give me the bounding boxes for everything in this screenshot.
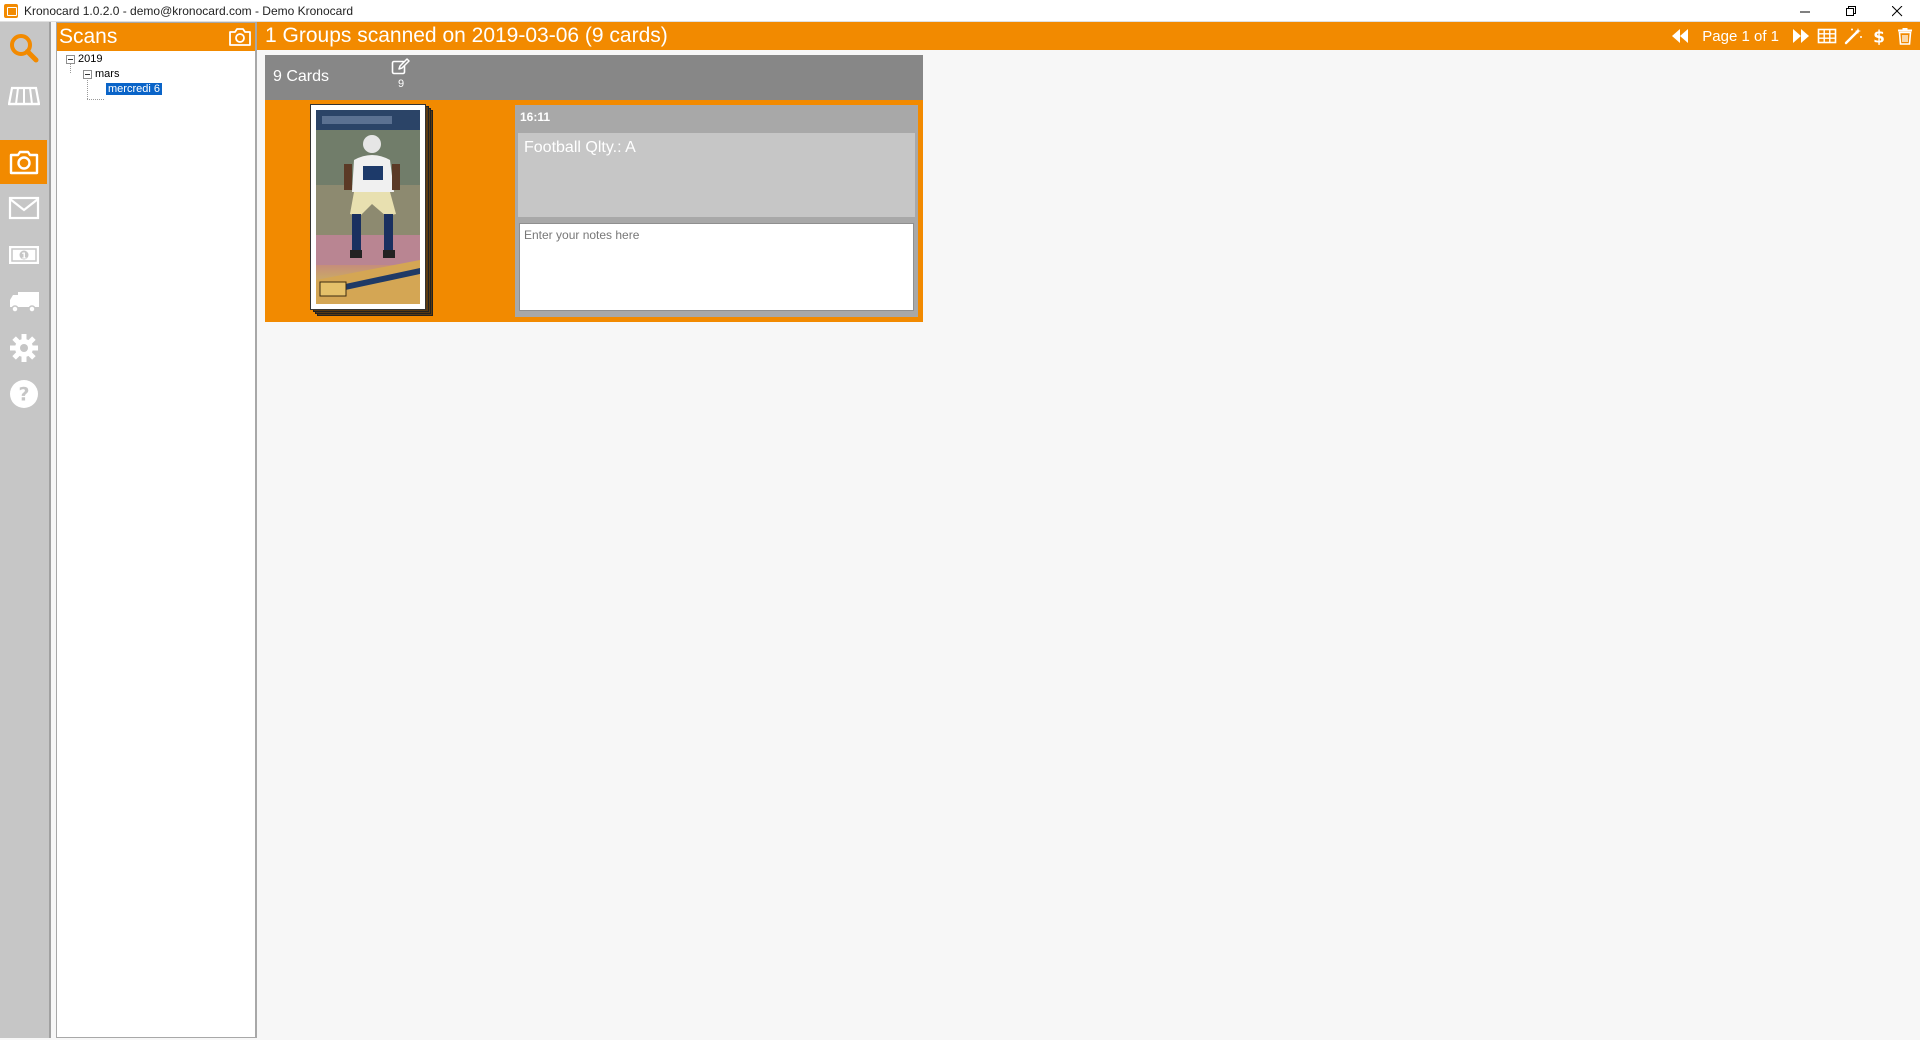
group-header: 9 Cards 9 bbox=[265, 55, 923, 100]
rail-item-inventory[interactable] bbox=[0, 72, 47, 116]
tree-node-year-label: 2019 bbox=[78, 53, 103, 65]
restore-button[interactable] bbox=[1828, 0, 1874, 22]
window-title: Kronocard 1.0.2.0 - demo@kronocard.com -… bbox=[24, 3, 353, 18]
tree-node-day[interactable]: mercredi 6 bbox=[106, 83, 162, 95]
envelope-icon bbox=[8, 196, 39, 220]
previous-page-button[interactable] bbox=[1670, 25, 1690, 47]
table-icon bbox=[1817, 28, 1837, 44]
scans-header: Scans bbox=[57, 23, 255, 51]
card-image bbox=[316, 110, 420, 304]
rewind-icon bbox=[1672, 29, 1689, 43]
svg-text:$: $ bbox=[1873, 28, 1885, 46]
delete-button[interactable] bbox=[1895, 25, 1915, 47]
group-info-panel: 16:11 Football Qlty.: A bbox=[515, 105, 918, 317]
toolbar: Page 1 of 1 $ bbox=[1670, 22, 1915, 50]
collapse-icon[interactable] bbox=[66, 54, 75, 64]
gear-icon bbox=[9, 334, 38, 362]
money-icon: 1 bbox=[8, 246, 39, 264]
card-thumbnail[interactable] bbox=[310, 104, 433, 316]
tree-node-year[interactable]: 2019 bbox=[66, 53, 102, 65]
magic-wand-icon bbox=[1844, 28, 1862, 45]
truck-icon bbox=[9, 292, 39, 313]
card-front bbox=[310, 104, 426, 310]
tree-node-day-label: mercredi 6 bbox=[106, 83, 162, 95]
next-page-button[interactable] bbox=[1791, 25, 1811, 47]
trash-icon bbox=[1898, 28, 1912, 45]
edit-group-button[interactable]: 9 bbox=[389, 58, 413, 90]
page-indicator: Page 1 of 1 bbox=[1702, 27, 1779, 45]
scans-panel: Scans 2019 mars mercredi 6 bbox=[56, 22, 256, 1038]
window-controls bbox=[1782, 0, 1920, 22]
collapse-icon[interactable] bbox=[83, 69, 92, 79]
rail-item-search[interactable] bbox=[0, 26, 47, 70]
rail-item-help[interactable]: ? bbox=[0, 372, 47, 416]
scan-time: 16:11 bbox=[515, 105, 918, 131]
svg-text:?: ? bbox=[18, 384, 29, 406]
group-body: 16:11 Football Qlty.: A bbox=[265, 100, 923, 322]
app-window: Kronocard 1.0.2.0 - demo@kronocard.com -… bbox=[0, 0, 1920, 1040]
main-area: 1 Groups scanned on 2019-03-06 (9 cards)… bbox=[256, 22, 1920, 1038]
shelf-icon bbox=[7, 86, 40, 106]
scans-title: Scans bbox=[59, 25, 118, 48]
notes-input[interactable] bbox=[519, 223, 914, 311]
minimize-icon bbox=[1799, 11, 1810, 12]
group-description: Football Qlty.: A bbox=[518, 133, 915, 217]
rail-item-scans[interactable] bbox=[0, 140, 47, 184]
scan-group[interactable]: 9 Cards 9 16:11 Football Qlty.: A Enter … bbox=[265, 55, 923, 322]
svg-text:1: 1 bbox=[21, 252, 27, 261]
dollar-icon: $ bbox=[1873, 28, 1885, 46]
help-icon: ? bbox=[9, 380, 38, 408]
rail-item-settings[interactable] bbox=[0, 326, 47, 370]
page-title: 1 Groups scanned on 2019-03-06 (9 cards) bbox=[265, 24, 668, 47]
grid-view-button[interactable] bbox=[1817, 25, 1837, 47]
rail-item-shipping[interactable] bbox=[0, 279, 47, 323]
app-logo-icon bbox=[4, 3, 18, 18]
rail-item-messages[interactable] bbox=[0, 186, 47, 230]
restore-icon bbox=[1845, 5, 1856, 16]
main-header: 1 Groups scanned on 2019-03-06 (9 cards)… bbox=[257, 22, 1920, 50]
edit-count: 9 bbox=[397, 78, 405, 90]
camera-icon bbox=[9, 150, 38, 175]
football-player-image bbox=[316, 110, 420, 304]
fast-forward-icon bbox=[1793, 29, 1809, 43]
edit-icon bbox=[391, 58, 410, 75]
group-card-count: 9 Cards bbox=[273, 68, 330, 85]
title-bar: Kronocard 1.0.2.0 - demo@kronocard.com -… bbox=[0, 0, 1920, 22]
nav-rail: 1 ? bbox=[0, 22, 51, 1038]
tree-node-month[interactable]: mars bbox=[83, 68, 119, 80]
new-scan-button[interactable] bbox=[229, 27, 251, 47]
pricing-button[interactable]: $ bbox=[1869, 25, 1889, 47]
close-button[interactable] bbox=[1874, 0, 1920, 22]
magic-wand-button[interactable] bbox=[1843, 25, 1863, 47]
camera-icon bbox=[229, 28, 251, 46]
search-icon bbox=[9, 34, 38, 63]
close-icon bbox=[1891, 5, 1902, 16]
tree-node-month-label: mars bbox=[95, 68, 120, 80]
rail-item-sales[interactable]: 1 bbox=[0, 233, 47, 277]
minimize-button[interactable] bbox=[1782, 0, 1828, 22]
